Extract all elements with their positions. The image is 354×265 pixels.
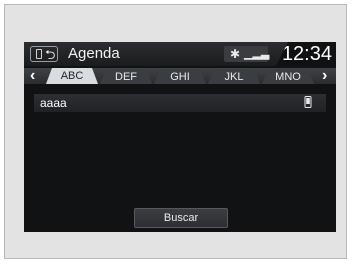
bluetooth-icon: ✱	[230, 47, 241, 61]
clock: 12:34	[281, 43, 332, 65]
chevron-right-icon[interactable]: ›	[322, 67, 327, 85]
status-bar: ⮌ Agenda ✱ ▁▂▃ 12:34	[24, 42, 336, 66]
clock-tab: 12:34	[276, 42, 336, 66]
connection-status: ✱ ▁▂▃	[224, 46, 270, 62]
search-button[interactable]: Buscar	[134, 208, 228, 228]
back-icon[interactable]: ⮌	[45, 46, 55, 68]
tab-jkl[interactable]: JKL	[208, 69, 260, 84]
alphabet-tabs: ABC DEF GHI JKL MNO	[46, 68, 316, 84]
chevron-left-icon[interactable]: ‹	[30, 67, 35, 85]
page-title: Agenda	[68, 45, 120, 62]
tab-def[interactable]: DEF	[100, 69, 152, 84]
phone-icon	[36, 49, 42, 59]
contact-name: aaaa	[40, 96, 67, 110]
phone-icon	[304, 96, 312, 108]
device-screen: ⮌ Agenda ✱ ▁▂▃ 12:34 ‹ ABC DEF GHI JKL M…	[24, 42, 336, 232]
tab-abc[interactable]: ABC	[46, 68, 98, 84]
tab-ghi[interactable]: GHI	[154, 69, 206, 84]
menu-icon-box[interactable]: ⮌	[30, 46, 58, 62]
alphabet-tabbar: ‹ ABC DEF GHI JKL MNO ›	[24, 67, 336, 85]
tab-mno[interactable]: MNO	[262, 69, 314, 84]
signal-icon: ▁▂▃	[244, 48, 270, 60]
list-item[interactable]: aaaa	[34, 94, 326, 112]
